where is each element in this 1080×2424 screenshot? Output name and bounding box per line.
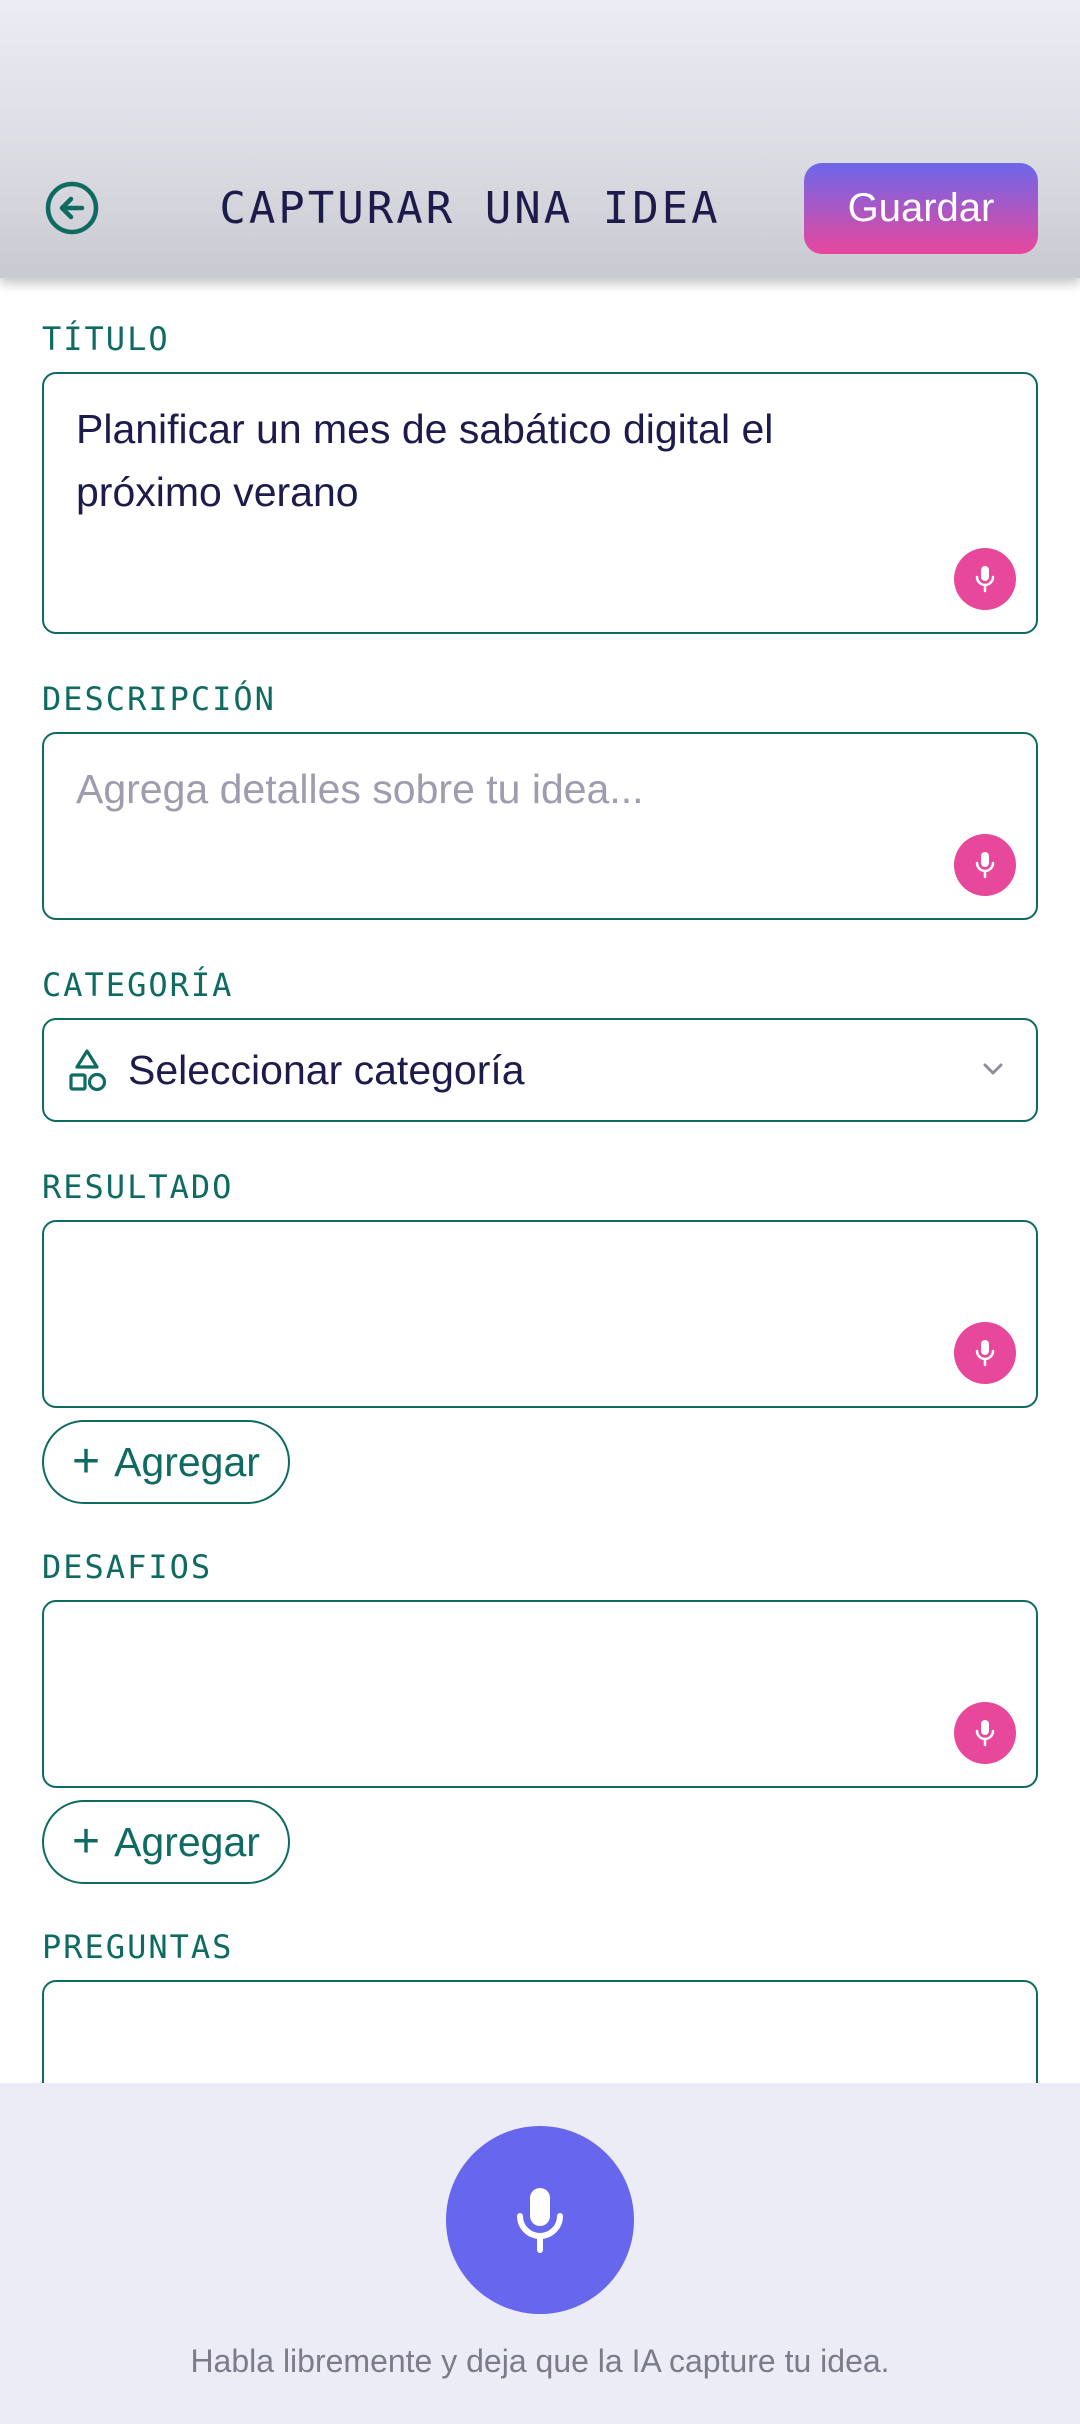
challenges-field[interactable]	[42, 1600, 1038, 1788]
microphone-icon	[975, 1720, 995, 1747]
questions-label: PREGUNTAS	[42, 1928, 234, 1966]
form-content[interactable]: TÍTULO Planificar un mes de sabático dig…	[0, 278, 1080, 2083]
shapes-icon	[69, 1049, 107, 1092]
add-result-label: Agregar	[114, 1438, 260, 1485]
title-field[interactable]: Planificar un mes de sabático digital el…	[42, 372, 1038, 634]
description-field[interactable]: Agrega detalles sobre tu idea...	[42, 732, 1038, 920]
challenges-mic-button[interactable]	[954, 1702, 1016, 1764]
add-result-button[interactable]: + Agregar	[42, 1420, 290, 1504]
back-button[interactable]	[44, 180, 100, 236]
description-placeholder: Agrega detalles sobre tu idea...	[76, 766, 644, 812]
plus-icon: +	[72, 1815, 101, 1868]
voice-capture-panel: Habla libremente y deja que la IA captur…	[0, 2083, 1080, 2424]
chevron-down-icon	[983, 1063, 1003, 1075]
voice-hint-text: Habla libremente y deja que la IA captur…	[190, 2343, 890, 2379]
microphone-icon	[975, 852, 995, 879]
save-button[interactable]: Guardar	[804, 163, 1038, 254]
title-mic-button[interactable]	[954, 548, 1016, 610]
result-mic-button[interactable]	[954, 1322, 1016, 1384]
title-label: TÍTULO	[42, 320, 170, 358]
page-title: CAPTURAR UNA IDEA	[219, 182, 721, 234]
voice-record-button[interactable]	[446, 2126, 634, 2314]
title-value: Planificar un mes de sabático digital el…	[76, 406, 774, 515]
arrow-left-circle-icon	[45, 181, 99, 235]
plus-icon: +	[72, 1435, 101, 1488]
add-challenge-label: Agregar	[114, 1818, 260, 1865]
result-label: RESULTADO	[42, 1168, 234, 1206]
microphone-icon	[975, 1340, 995, 1367]
microphone-icon	[517, 2188, 563, 2253]
description-mic-button[interactable]	[954, 834, 1016, 896]
result-field[interactable]	[42, 1220, 1038, 1408]
microphone-icon	[975, 566, 995, 593]
add-challenge-button[interactable]: + Agregar	[42, 1800, 290, 1884]
app-header: CAPTURAR UNA IDEA Guardar	[0, 0, 1080, 278]
description-label: DESCRIPCIÓN	[42, 680, 276, 718]
challenges-label: DESAFIOS	[42, 1548, 213, 1586]
category-select[interactable]: Seleccionar categoría	[42, 1018, 1038, 1122]
category-label: CATEGORÍA	[42, 966, 234, 1004]
questions-field[interactable]	[42, 1980, 1038, 2083]
category-selected-value: Seleccionar categoría	[128, 1046, 525, 1093]
